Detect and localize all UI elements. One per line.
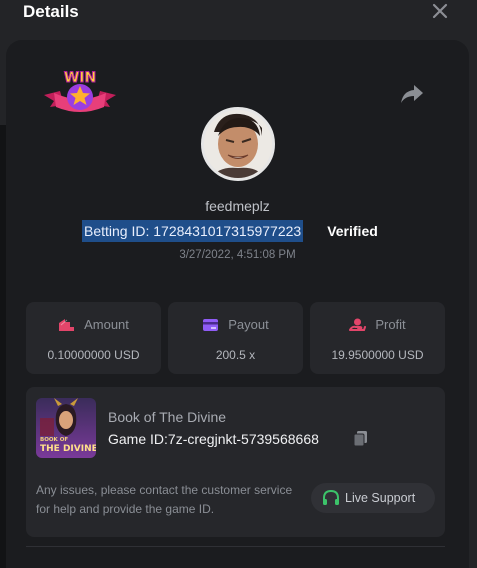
close-icon[interactable]: [430, 1, 450, 21]
win-badge-text: WIN: [64, 70, 96, 86]
support-help-text: Any issues, please contact the customer …: [36, 483, 293, 516]
live-support-label: Live Support: [345, 491, 416, 505]
avatar-image: [204, 110, 272, 178]
game-thumbnail-image: BOOK OF THE DIVINE: [36, 398, 96, 458]
game-card: BOOK OF THE DIVINE Book of The Divine Ga…: [26, 387, 445, 537]
live-support-button[interactable]: Live Support: [311, 483, 435, 513]
username: feedmeplz: [205, 198, 270, 214]
profit-value: 19.9500000 USD: [331, 348, 424, 362]
card-icon: [203, 318, 219, 331]
betting-id[interactable]: Betting ID: 1728431017315977223: [82, 220, 304, 242]
amount-value: 0.10000000 USD: [47, 348, 140, 362]
share-icon[interactable]: [400, 83, 424, 105]
amount-label: Amount: [84, 317, 129, 332]
divider: [26, 546, 445, 547]
game-id: Game ID:7z-cregjnkt-5739568668: [108, 431, 319, 447]
copy-icon[interactable]: [353, 430, 368, 447]
bet-timestamp: 3/27/2022, 4:51:08 PM: [179, 249, 296, 261]
amount-stat: Amount 0.10000000 USD: [26, 302, 161, 374]
profit-stat-header: Profit: [310, 317, 445, 332]
payout-label: Payout: [228, 317, 269, 332]
payout-value: 200.5 x: [215, 348, 256, 362]
profit-icon: [349, 318, 367, 331]
payout-stat: Payout 200.5 x: [168, 302, 303, 374]
thumb-title-2: THE DIVINE: [40, 444, 96, 454]
thumb-title-1: BOOK OF: [40, 437, 68, 443]
verified-label: Verified: [327, 223, 378, 239]
details-panel: WIN feedmeplz Betting ID: 17284310173159…: [6, 40, 469, 568]
amount-icon: [59, 318, 75, 331]
amount-stat-header: Amount: [26, 317, 161, 332]
dialog-header: Details: [0, 0, 477, 34]
payout-stat-header: Payout: [168, 317, 303, 332]
profit-stat: Profit 19.9500000 USD: [310, 302, 445, 374]
headset-icon: [323, 490, 339, 505]
game-name[interactable]: Book of The Divine: [108, 409, 226, 425]
profit-label: Profit: [375, 317, 406, 332]
game-thumbnail[interactable]: BOOK OF THE DIVINE: [36, 398, 96, 458]
betting-id-row: Betting ID: 1728431017315977223 Verified: [82, 220, 378, 242]
dialog-title: Details: [23, 2, 79, 21]
win-badge-icon: WIN: [44, 70, 116, 112]
avatar: [201, 107, 275, 181]
